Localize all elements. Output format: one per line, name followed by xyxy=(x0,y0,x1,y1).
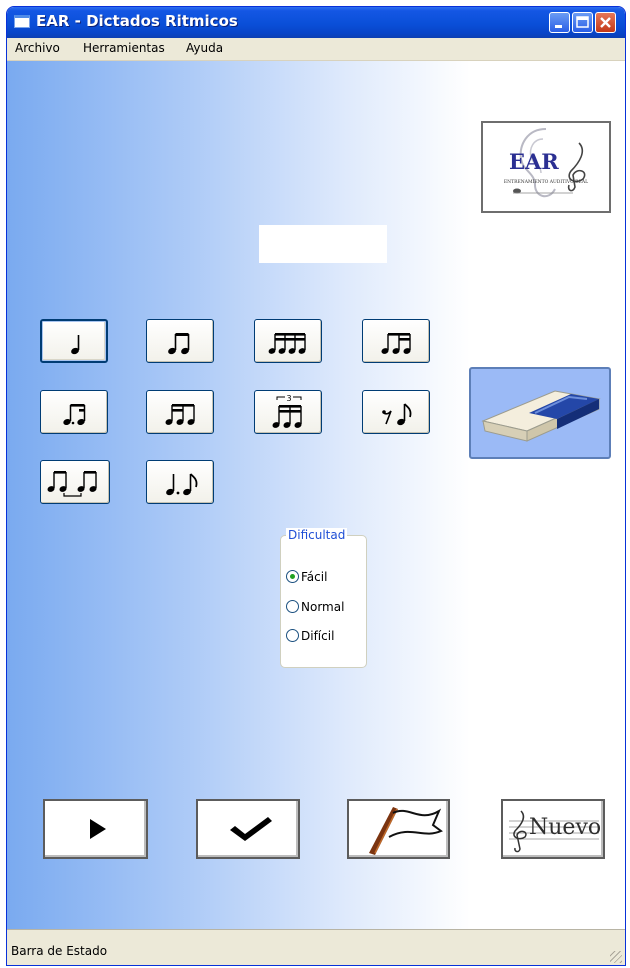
rhythm-button-syncopation[interactable] xyxy=(40,460,110,504)
close-button[interactable] xyxy=(595,12,616,33)
maximize-icon xyxy=(576,16,589,28)
rhythm-button-dotted-eighth-sixteenth[interactable] xyxy=(40,390,108,434)
radio-label-facil: Fácil xyxy=(301,570,328,584)
ear-logo: EAR ENTRENAMIENTO AUDITIVO REAL xyxy=(481,121,611,213)
radio-label-dificil: Difícil xyxy=(301,629,335,643)
rhythm-display xyxy=(259,225,387,263)
status-text: Barra de Estado xyxy=(11,944,108,958)
difficulty-group: Dificultad Fácil Normal Difícil xyxy=(280,528,367,668)
logo-caption: ENTRENAMIENTO AUDITIVO REAL xyxy=(504,179,588,185)
two-eighths-icon xyxy=(168,333,190,355)
radio-button-facil[interactable] xyxy=(286,570,299,583)
triplet-icon: 3 xyxy=(272,394,302,428)
eraser-icon xyxy=(481,390,601,442)
play-button[interactable] xyxy=(43,799,148,859)
eraser-button[interactable] xyxy=(469,367,611,459)
minimize-icon xyxy=(555,25,562,28)
new-button[interactable]: Nuevo xyxy=(501,799,605,859)
menu-ayuda[interactable]: Ayuda xyxy=(186,41,223,55)
minimize-button[interactable] xyxy=(549,12,570,33)
radio-button-normal[interactable] xyxy=(286,600,299,613)
rhythm-button-triplet[interactable]: 3 xyxy=(254,390,322,434)
check-button[interactable] xyxy=(196,799,300,859)
two-sixteenths-eighth-icon xyxy=(165,404,195,425)
four-sixteenths-icon xyxy=(268,333,306,354)
rhythm-button-eighth-rest-eighth[interactable] xyxy=(362,390,430,434)
menu-herramientas[interactable]: Herramientas xyxy=(83,41,165,55)
flag-icon xyxy=(369,807,443,855)
ear-logo-graphic: EAR ENTRENAMIENTO AUDITIVO REAL xyxy=(504,128,588,198)
rhythm-button-two-eighths[interactable] xyxy=(146,319,214,363)
dotted-quarter-eighth-icon xyxy=(166,473,198,496)
play-icon xyxy=(90,819,106,839)
main-panel: EAR ENTRENAMIENTO AUDITIVO REAL 3 Dificu… xyxy=(7,61,625,929)
logo-text: EAR xyxy=(509,149,559,174)
title-bar[interactable]: EAR - Dictados Ritmicos xyxy=(7,7,625,38)
solution-button[interactable] xyxy=(347,799,450,859)
radio-facil[interactable]: Fácil xyxy=(286,570,327,584)
eighth-two-sixteenths-icon xyxy=(381,333,411,354)
app-window: EAR - Dictados Ritmicos Archivo Herramie… xyxy=(6,6,626,966)
menu-bar: Archivo Herramientas Ayuda xyxy=(7,38,625,61)
radio-label-normal: Normal xyxy=(301,600,345,614)
check-icon xyxy=(230,817,272,841)
resize-grip[interactable] xyxy=(610,951,622,963)
radio-normal[interactable]: Normal xyxy=(286,600,344,614)
rhythm-button-quarter[interactable] xyxy=(40,319,108,363)
window-title: EAR - Dictados Ritmicos xyxy=(36,12,238,30)
rhythm-button-two-sixteenths-eighth[interactable] xyxy=(146,390,214,434)
maximize-button[interactable] xyxy=(572,12,593,33)
close-icon xyxy=(600,17,611,28)
eighth-rest-eighth-icon xyxy=(382,403,412,426)
rhythm-button-four-sixteenths[interactable] xyxy=(254,319,322,363)
radio-dificil[interactable]: Difícil xyxy=(286,629,334,643)
rhythm-button-eighth-two-sixteenths[interactable] xyxy=(362,319,430,363)
quarter-note-icon xyxy=(71,335,80,355)
difficulty-label: Dificultad xyxy=(286,528,348,542)
status-bar: Barra de Estado xyxy=(7,929,625,965)
app-icon xyxy=(14,15,30,28)
rhythm-button-dotted-quarter-eighth[interactable] xyxy=(146,460,214,504)
menu-archivo[interactable]: Archivo xyxy=(15,41,60,55)
new-button-label: Nuevo xyxy=(529,815,602,840)
svg-text:3: 3 xyxy=(286,394,291,403)
syncopation-icon xyxy=(47,471,97,497)
radio-button-dificil[interactable] xyxy=(286,629,299,642)
dotted-eighth-sixteenth-icon xyxy=(63,404,86,426)
